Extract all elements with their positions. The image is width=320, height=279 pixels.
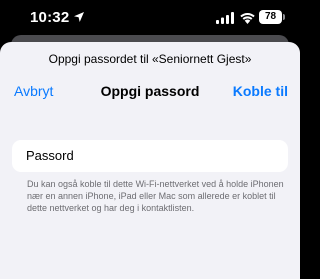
cellular-signal-icon — [216, 12, 234, 24]
wifi-icon — [240, 12, 255, 24]
password-field[interactable]: Passord — [12, 140, 288, 172]
status-time: 10:32 — [30, 9, 70, 26]
status-bar: 10:32 78 — [0, 0, 300, 38]
password-placeholder: Passord — [26, 148, 74, 163]
password-sheet: Oppgi passordet til «Seniornett Gjest» A… — [0, 42, 300, 279]
password-prompt: Oppgi passordet til «Seniornett Gjest» — [48, 52, 252, 66]
cancel-button[interactable]: Avbryt — [14, 83, 53, 99]
battery-cap — [283, 14, 285, 20]
password-sharing-footnote: Du kan også koble til dette Wi-Fi-nettve… — [27, 179, 284, 213]
navigation-bar: Avbryt Oppgi passord Koble til — [0, 78, 300, 104]
battery-icon: 78 — [259, 10, 282, 24]
location-arrow-icon — [74, 12, 84, 22]
connect-button[interactable]: Koble til — [233, 83, 288, 99]
